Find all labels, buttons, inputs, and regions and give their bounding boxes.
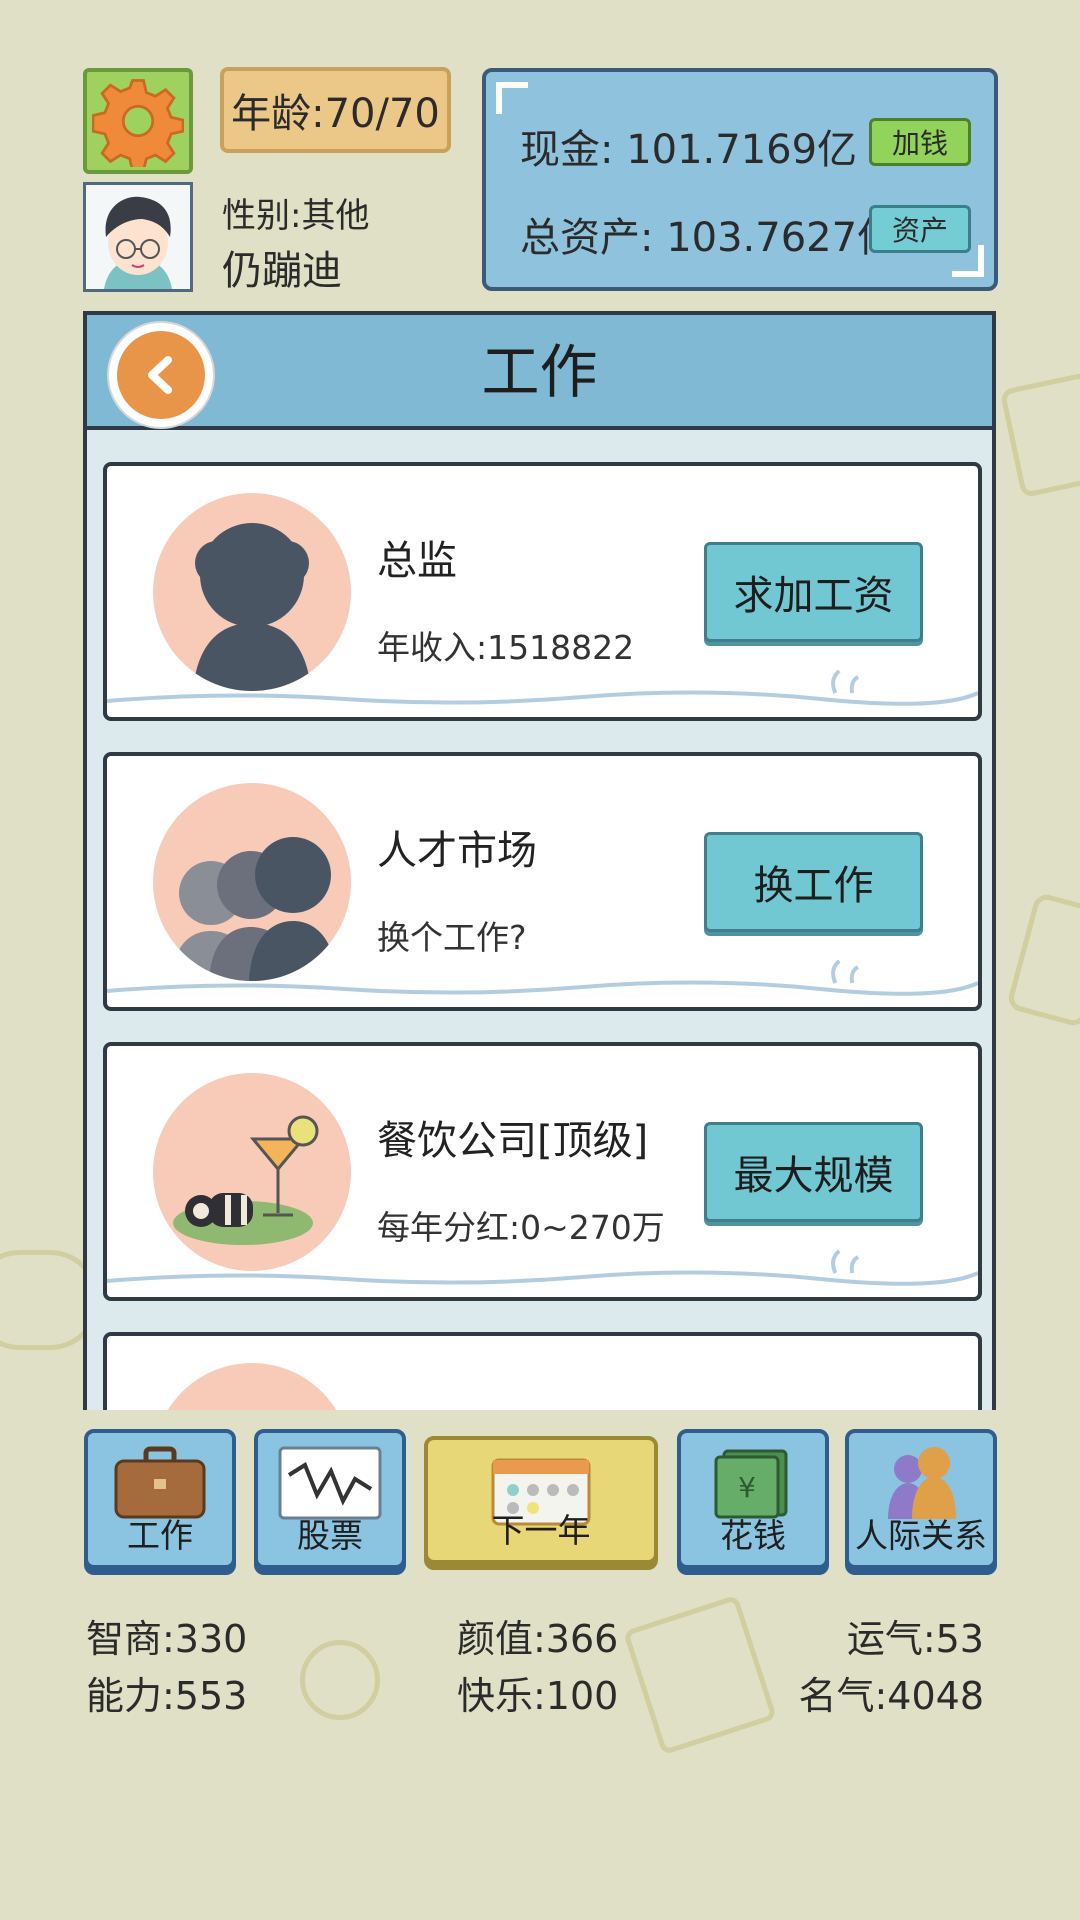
total-assets-amount: 总资产: 103.7627亿 (520, 215, 898, 261)
age-display: 年龄:70/70 (220, 67, 451, 153)
card-title: 总监 (377, 538, 457, 584)
next-year-label: 下一年 (491, 1511, 591, 1550)
next-year-button[interactable]: 下一年 (424, 1436, 658, 1564)
nav-spend-label: 花钱 (720, 1516, 786, 1555)
gear-icon (92, 79, 184, 167)
card-title: 人才市场 (377, 828, 537, 874)
nav-relations-label: 人际关系 (855, 1516, 987, 1555)
wave-decoration (107, 669, 978, 706)
panel-title: 工作 (481, 338, 598, 406)
stat-ability: 能力:553 (86, 1674, 248, 1718)
stat-luck: 运气:53 (846, 1617, 984, 1661)
work-panel: 工作 总监 年收入:1518822 求加工资 人才市场 换个工作? 换工作 餐饮… (83, 311, 996, 1410)
card-title: 餐饮公司[顶级] (377, 1118, 649, 1164)
max-scale-button[interactable]: 最大规模 (704, 1122, 923, 1222)
card-icon-partial (153, 1363, 351, 1410)
person-silhouette-icon (153, 493, 351, 691)
wave-decoration (107, 959, 978, 996)
change-job-button[interactable]: 换工作 (704, 832, 923, 932)
add-money-button[interactable]: 加钱 (869, 118, 971, 166)
cocktail-sushi-icon (153, 1073, 351, 1271)
nav-relations-button[interactable]: 人际关系 (845, 1429, 997, 1569)
avatar[interactable] (83, 182, 193, 292)
player-avatar-icon (86, 185, 190, 289)
card-subtitle: 每年分红:0~270万 (377, 1208, 665, 1247)
assets-button[interactable]: 资产 (869, 205, 971, 253)
raise-salary-button[interactable]: 求加工资 (704, 542, 923, 642)
back-button[interactable] (109, 323, 213, 427)
nav-work-button[interactable]: 工作 (84, 1429, 236, 1569)
nav-spend-button[interactable]: ¥ 花钱 (677, 1429, 829, 1569)
stat-fame: 名气:4048 (798, 1674, 984, 1718)
settings-gear-button[interactable] (83, 68, 193, 174)
cash-amount: 现金: 101.7169亿 (520, 127, 858, 173)
gender-label: 性别:其他 (222, 196, 370, 236)
job-card-partial (103, 1332, 982, 1410)
corner-decoration (496, 82, 528, 114)
svg-text:¥: ¥ (738, 1471, 756, 1504)
chevron-left-icon (148, 356, 172, 394)
player-name: 仍蹦迪 (222, 248, 342, 294)
nav-stocks-label: 股票 (297, 1516, 363, 1555)
background-doodle-flower (300, 1640, 380, 1720)
panel-header: 工作 (87, 315, 992, 430)
stat-iq: 智商:330 (86, 1617, 248, 1661)
background-doodle-pot (622, 1594, 778, 1756)
card-subtitle: 换个工作? (377, 918, 527, 957)
nav-work-label: 工作 (127, 1516, 193, 1555)
job-card-restaurant-company: 餐饮公司[顶级] 每年分红:0~270万 最大规模 (103, 1042, 982, 1301)
background-doodle-plant-right (1005, 891, 1080, 1029)
job-card-director: 总监 年收入:1518822 求加工资 (103, 462, 982, 721)
people-group-icon (153, 783, 351, 981)
wave-decoration (107, 1249, 978, 1286)
background-doodle-plant (999, 371, 1080, 499)
money-panel: 现金: 101.7169亿 加钱 总资产: 103.7627亿 资产 (482, 68, 998, 291)
stat-happiness: 快乐:100 (457, 1674, 619, 1718)
nav-stocks-button[interactable]: 股票 (254, 1429, 406, 1569)
card-subtitle: 年收入:1518822 (377, 628, 635, 667)
stat-looks: 颜值:366 (457, 1617, 619, 1661)
job-card-talent-market: 人才市场 换个工作? 换工作 (103, 752, 982, 1011)
